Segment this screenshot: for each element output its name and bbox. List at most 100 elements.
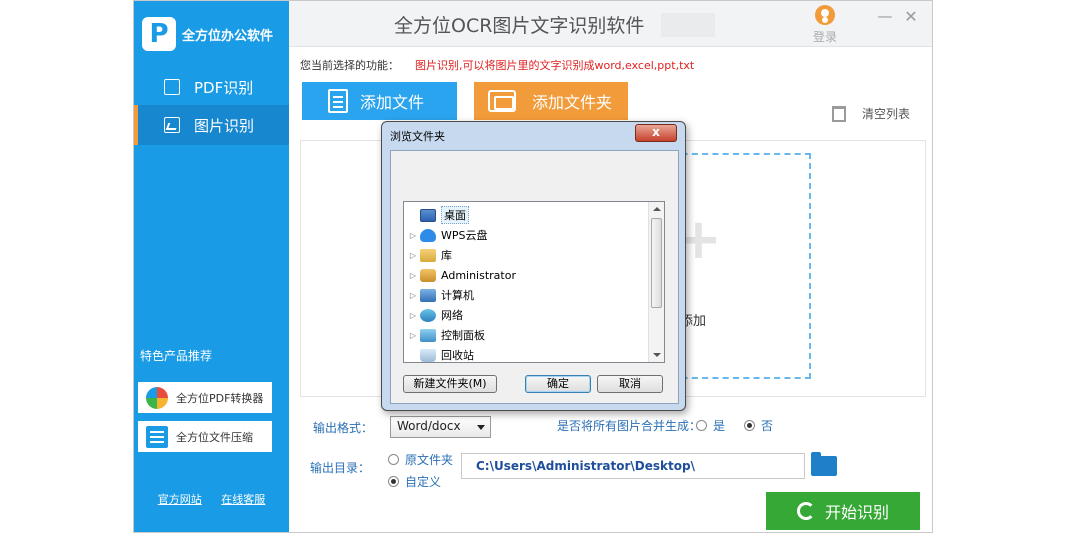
output-dir-label: 输出目录： — [310, 461, 371, 475]
official-site-link[interactable]: 官方网站 — [158, 491, 202, 507]
image-icon — [164, 117, 180, 133]
radio-circle-selected — [744, 420, 755, 431]
sidebar-item-label: 图片识别 — [194, 116, 255, 135]
function-description: 图片识别,可以将图片里的文字识别成word,excel,ppt,txt — [415, 59, 695, 72]
dir-custom-radio[interactable]: 自定义 — [388, 473, 441, 490]
dir-original-radio[interactable]: 原文件夹 — [388, 451, 453, 468]
app-title: 全方位OCR图片文字识别软件 — [394, 15, 645, 37]
merge-yes-radio[interactable]: 是 — [696, 417, 725, 434]
output-format-select[interactable]: Word/docx — [390, 416, 491, 438]
user-icon — [815, 5, 835, 25]
online-support-link[interactable]: 在线客服 — [221, 491, 265, 507]
tree-item-administrator[interactable]: ▷ Administrator — [408, 265, 516, 285]
app-logo: P 全方位办公软件 — [134, 1, 289, 67]
tree-item-recycle-bin[interactable]: 回收站 — [408, 345, 474, 362]
radio-circle — [388, 454, 399, 465]
scroll-thumb[interactable] — [651, 218, 662, 308]
tree-item-label: 桌面 — [441, 206, 469, 224]
tree-item-label: 网络 — [441, 309, 463, 322]
title-bar: 全方位OCR图片文字识别软件 登录 — ✕ — [289, 1, 932, 47]
logo-text: 全方位办公软件 — [182, 28, 274, 44]
tree-item-label: 库 — [441, 249, 452, 262]
dir-original-label: 原文件夹 — [405, 453, 454, 467]
refresh-icon — [796, 502, 815, 520]
cancel-button[interactable]: 取消 — [597, 375, 663, 393]
footer-links: 官方网站 在线客服 — [134, 491, 289, 507]
merge-no-radio[interactable]: 否 — [744, 417, 773, 434]
tree-item-label: 计算机 — [441, 289, 474, 302]
sidebar-item-image-recognition[interactable]: 图片识别 — [134, 105, 289, 145]
ok-button[interactable]: 确定 — [525, 375, 591, 393]
tree-item-label: 回收站 — [441, 349, 474, 362]
tree-item-network[interactable]: ▷ 网络 — [408, 305, 463, 325]
dialog-body: 桌面 ▷ WPS云盘 ▷ 库 ▷ Administrator ▷ 计算机 ▷ 网… — [390, 150, 679, 404]
minimize-button[interactable]: — — [875, 7, 895, 25]
browse-folder-dialog: 浏览文件夹 x 桌面 ▷ WPS云盘 ▷ 库 ▷ Administrator ▷… — [381, 121, 686, 411]
dropdown-arrow-icon — [477, 425, 485, 430]
add-file-label: 添加文件 — [360, 93, 425, 112]
tree-item-label: 控制面板 — [441, 329, 485, 342]
login-label: 登录 — [812, 30, 837, 44]
dialog-close-button[interactable]: x — [635, 124, 677, 142]
computer-icon — [420, 288, 436, 302]
radio-circle — [696, 420, 707, 431]
sidebar-item-label: PDF识别 — [194, 78, 254, 97]
control-panel-icon — [420, 328, 436, 342]
tree-item-computer[interactable]: ▷ 计算机 — [408, 285, 474, 305]
promo-title: 特色产品推荐 — [140, 349, 213, 363]
clear-list-button[interactable]: 清空列表 — [832, 105, 910, 122]
new-folder-button[interactable]: 新建文件夹(M) — [403, 375, 497, 393]
close-button[interactable]: ✕ — [901, 7, 921, 26]
promo-label: 全方位PDF转换器 — [176, 391, 264, 405]
tree-item-control-panel[interactable]: ▷ 控制面板 — [408, 325, 485, 345]
scroll-down-icon[interactable] — [653, 353, 661, 357]
title-placeholder — [661, 13, 715, 37]
add-folder-button[interactable]: 添加文件夹 — [474, 82, 628, 120]
browse-folder-icon[interactable] — [811, 452, 837, 476]
clear-list-label: 清空列表 — [862, 107, 911, 121]
promo-file-compress[interactable]: 全方位文件压缩 — [138, 421, 272, 452]
add-folder-label: 添加文件夹 — [532, 93, 613, 112]
network-icon — [420, 308, 436, 322]
expand-arrow-icon[interactable]: ▷ — [408, 291, 418, 300]
expand-arrow-icon[interactable]: ▷ — [408, 331, 418, 340]
expand-arrow-icon[interactable]: ▷ — [408, 311, 418, 320]
start-recognition-button[interactable]: 开始识别 — [766, 492, 920, 530]
recycle-bin-icon — [420, 348, 436, 362]
tree-item-desktop[interactable]: 桌面 — [408, 205, 469, 225]
add-file-button[interactable]: 添加文件 — [302, 82, 457, 120]
expand-arrow-icon[interactable]: ▷ — [408, 271, 418, 280]
document-icon — [328, 89, 348, 113]
tree-item-wps-cloud[interactable]: ▷ WPS云盘 — [408, 225, 488, 245]
tree-item-label: Administrator — [441, 268, 516, 282]
tree-item-label: WPS云盘 — [441, 229, 488, 242]
dir-custom-label: 自定义 — [405, 475, 442, 489]
sidebar-item-pdf-recognition[interactable]: PDF识别 — [134, 67, 289, 107]
output-format-value: Word/docx — [397, 419, 461, 433]
trash-icon — [832, 105, 846, 122]
login-button[interactable]: 登录 — [807, 5, 843, 45]
cloud-icon — [420, 228, 436, 242]
pdf-converter-icon — [146, 386, 168, 409]
promo-label: 全方位文件压缩 — [176, 430, 253, 444]
logo-letter: P — [149, 19, 169, 49]
folder-icon — [488, 90, 516, 112]
expand-arrow-icon[interactable]: ▷ — [408, 251, 418, 260]
logo-icon: P — [142, 17, 176, 51]
tree-item-library[interactable]: ▷ 库 — [408, 245, 452, 265]
expand-arrow-icon[interactable]: ▷ — [408, 231, 418, 240]
radio-circle-selected — [388, 476, 399, 487]
output-path-field[interactable]: C:\Users\Administrator\Desktop\ — [461, 453, 805, 479]
merge-no-label: 否 — [761, 419, 774, 433]
scroll-up-icon[interactable] — [653, 207, 661, 211]
folder-tree[interactable]: 桌面 ▷ WPS云盘 ▷ 库 ▷ Administrator ▷ 计算机 ▷ 网… — [403, 201, 665, 363]
output-format-label: 输出格式： — [313, 421, 374, 435]
desktop-icon — [420, 208, 436, 222]
dialog-title: 浏览文件夹 — [390, 130, 445, 143]
tree-scrollbar[interactable] — [648, 202, 664, 362]
user-folder-icon — [420, 268, 436, 282]
promo-pdf-converter[interactable]: 全方位PDF转换器 — [138, 382, 272, 413]
merge-label: 是否将所有图片合并生成： — [557, 419, 702, 433]
library-icon — [420, 248, 436, 262]
merge-yes-label: 是 — [713, 419, 726, 433]
